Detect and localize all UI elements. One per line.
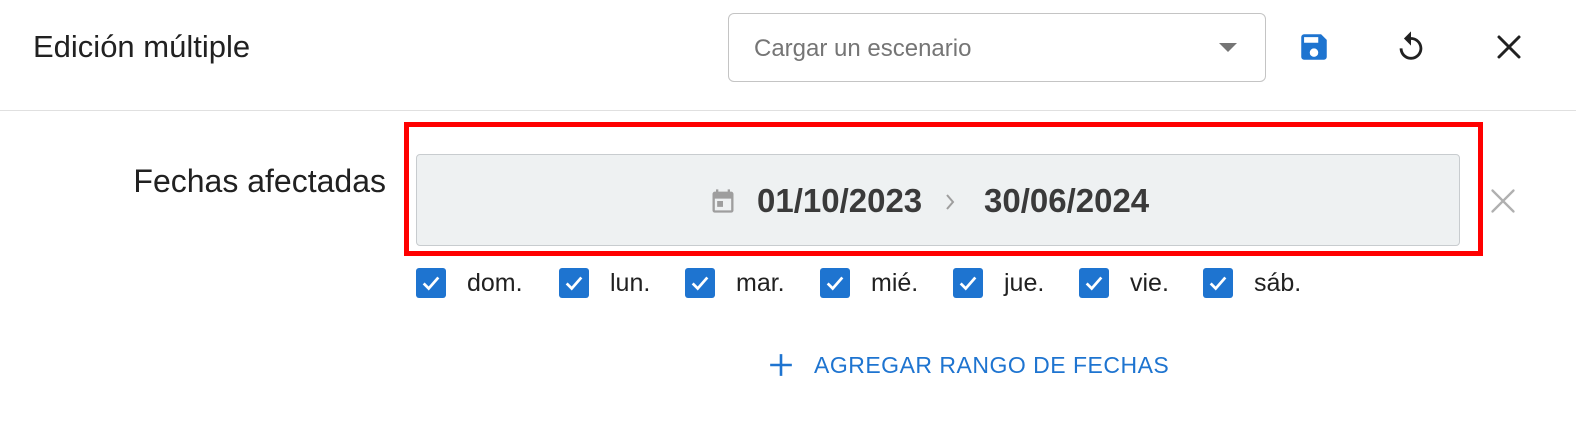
weekday-label: mar. <box>736 269 785 297</box>
weekday-checkbox-sunday[interactable]: dom. <box>416 267 523 299</box>
weekday-label: mié. <box>871 269 919 297</box>
checkbox-checked-icon <box>559 268 589 298</box>
arrow-drop-down-icon <box>1219 43 1237 52</box>
scenario-select[interactable]: Cargar un escenario <box>728 13 1266 82</box>
weekday-label: sáb. <box>1254 269 1302 297</box>
checkbox-checked-icon <box>1203 268 1233 298</box>
weekday-checkbox-friday[interactable]: vie. <box>1079 267 1169 299</box>
dialog-title: Edición múltiple <box>33 29 251 64</box>
affected-dates-label: Fechas afectadas <box>133 163 386 199</box>
close-icon <box>1497 35 1521 59</box>
save-icon <box>1301 34 1327 60</box>
reset-button[interactable] <box>1386 22 1436 72</box>
dialog-header: Edición múltiple Cargar un escenario <box>0 0 1576 111</box>
chevron-right-icon <box>943 192 957 217</box>
date-range-end: 30/06/2024 <box>984 182 1150 219</box>
weekday-label: lun. <box>610 269 651 297</box>
weekday-checkbox-tuesday[interactable]: mar. <box>685 267 785 299</box>
weekday-label: vie. <box>1130 269 1169 297</box>
checkbox-checked-icon <box>820 268 850 298</box>
weekday-label: jue. <box>1004 269 1045 297</box>
save-button[interactable] <box>1289 22 1339 72</box>
add-date-range-label: AGREGAR RANGO DE FECHAS <box>814 352 1170 378</box>
checkbox-checked-icon <box>685 268 715 298</box>
weekday-checkbox-wednesday[interactable]: mié. <box>820 267 918 299</box>
calendar-icon <box>709 186 737 221</box>
checkbox-checked-icon <box>1079 268 1109 298</box>
date-range-picker[interactable]: 01/10/2023 30/06/2024 <box>416 154 1460 246</box>
close-button[interactable] <box>1484 22 1534 72</box>
refresh-icon <box>1399 31 1423 60</box>
plus-icon <box>770 354 792 376</box>
date-range-start: 01/10/2023 <box>757 182 923 219</box>
scenario-select-placeholder: Cargar un escenario <box>754 35 972 62</box>
weekday-label: dom. <box>467 269 523 297</box>
weekday-checkbox-saturday[interactable]: sáb. <box>1203 267 1301 299</box>
close-icon <box>1491 189 1515 213</box>
add-date-range-button[interactable]: AGREGAR RANGO DE FECHAS <box>768 348 1169 382</box>
checkbox-checked-icon <box>953 268 983 298</box>
clear-range-button[interactable] <box>1488 186 1518 216</box>
checkbox-checked-icon <box>416 268 446 298</box>
weekday-checkbox-monday[interactable]: lun. <box>559 267 650 299</box>
weekday-checkbox-thursday[interactable]: jue. <box>953 267 1044 299</box>
